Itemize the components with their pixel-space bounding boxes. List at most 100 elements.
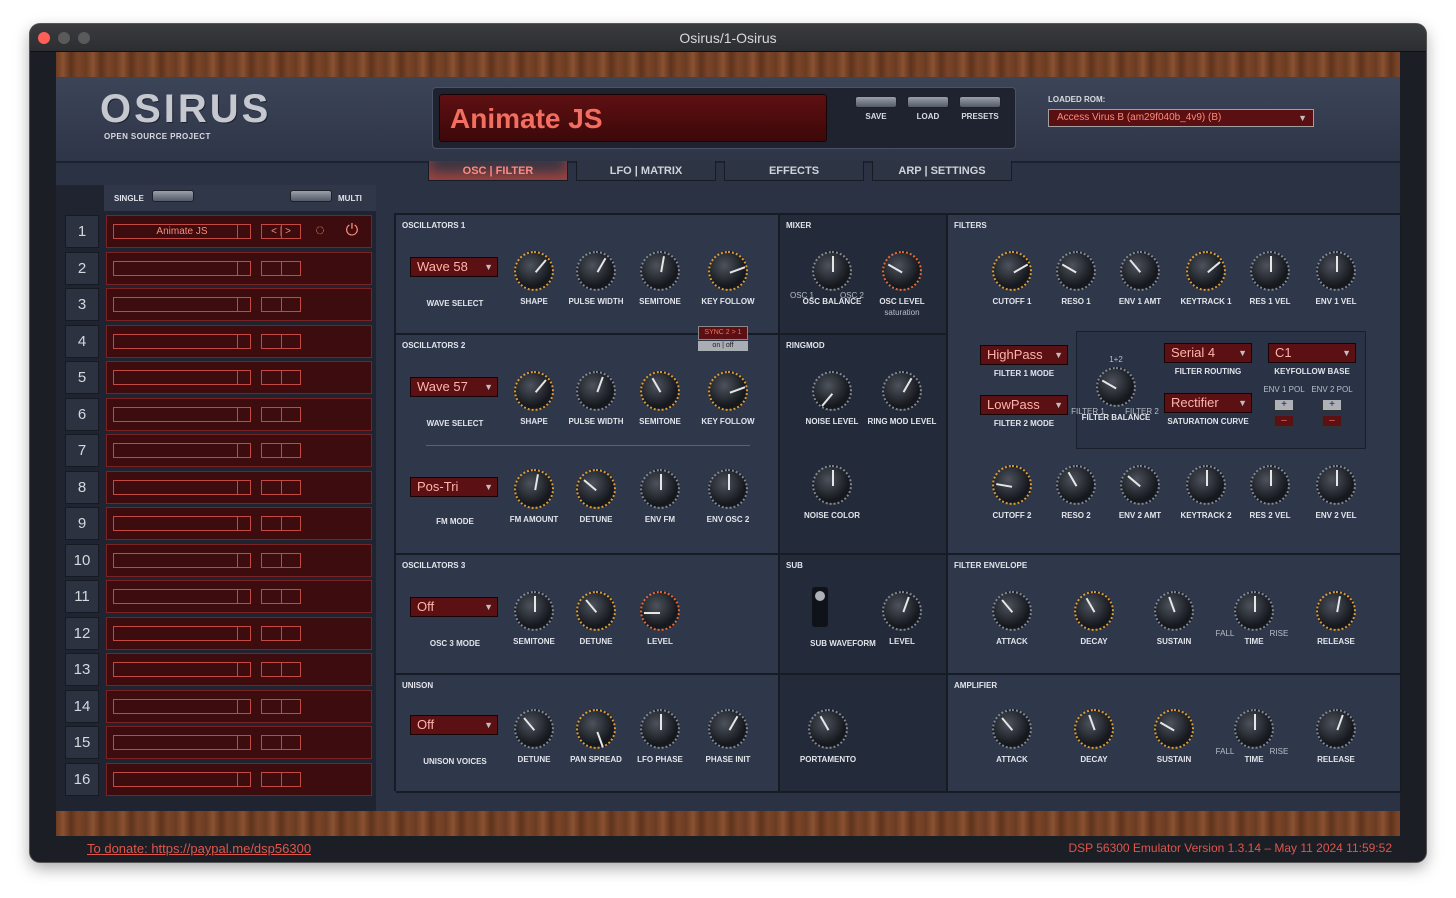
- close-button[interactable]: [38, 32, 50, 44]
- part-prev-next[interactable]: [261, 516, 301, 531]
- part-patch-name[interactable]: [113, 479, 251, 495]
- part-slot[interactable]: [106, 762, 372, 796]
- presets-button[interactable]: PRESETS: [959, 96, 1001, 126]
- filter-row1-knob-1[interactable]: [992, 251, 1032, 291]
- part-patch-name[interactable]: [113, 297, 251, 312]
- tab-osc-filter[interactable]: OSC | FILTER: [428, 161, 568, 181]
- unison-voices-select[interactable]: Off: [410, 715, 498, 735]
- part-number[interactable]: 13: [65, 653, 99, 686]
- part-prev-next[interactable]: [261, 625, 301, 641]
- osc3-mode-select[interactable]: Off: [410, 597, 498, 617]
- patch-name-display[interactable]: Animate JS: [439, 94, 827, 142]
- amp-knob-2[interactable]: [1074, 709, 1114, 749]
- unison-detune-knob[interactable]: [514, 709, 554, 749]
- osc1-semitone-knob[interactable]: [640, 251, 680, 291]
- amp-knob-4[interactable]: [1234, 709, 1274, 749]
- fm-mode-select[interactable]: Pos-Tri: [410, 477, 498, 497]
- part-slot[interactable]: [106, 288, 372, 321]
- part-number[interactable]: 14: [65, 689, 99, 723]
- part-patch-name[interactable]: [113, 333, 251, 349]
- part-patch-name[interactable]: [113, 698, 251, 714]
- amp-knob-5[interactable]: [1316, 709, 1356, 749]
- part-patch-name[interactable]: [113, 662, 251, 677]
- fenv-knob-3[interactable]: [1154, 591, 1194, 631]
- part-number[interactable]: 9: [65, 507, 99, 540]
- osc3-semitone-knob[interactable]: [514, 591, 554, 631]
- filter-row2-knob-6[interactable]: [1316, 465, 1356, 505]
- osc1-shape-knob[interactable]: [514, 251, 554, 291]
- amp-knob-3[interactable]: [1154, 709, 1194, 749]
- part-prev-next[interactable]: [261, 735, 301, 750]
- part-number[interactable]: 5: [65, 361, 99, 394]
- part-slot[interactable]: [106, 616, 372, 650]
- part-number[interactable]: 3: [65, 288, 99, 321]
- part-patch-name[interactable]: [113, 370, 251, 385]
- fm-amount-knob[interactable]: [514, 469, 554, 509]
- env2-pol-plus-button[interactable]: +: [1322, 399, 1342, 411]
- noise-level-knob[interactable]: [812, 371, 852, 411]
- osc-level-knob[interactable]: [882, 251, 922, 291]
- filter-row1-knob-4[interactable]: [1186, 251, 1226, 291]
- part-slot[interactable]: [106, 580, 372, 613]
- part-patch-name[interactable]: [113, 552, 251, 568]
- part-reload-icon[interactable]: ◌: [311, 222, 329, 240]
- single-switch[interactable]: [152, 190, 194, 202]
- part-slot[interactable]: Animate JS < | > ◌ ⏻: [106, 215, 372, 248]
- fenv-knob-2[interactable]: [1074, 591, 1114, 631]
- part-patch-name[interactable]: [113, 625, 251, 641]
- tab-lfo-matrix[interactable]: LFO | MATRIX: [576, 161, 716, 181]
- part-prev-next[interactable]: [261, 771, 301, 787]
- part-patch-name[interactable]: [113, 443, 251, 458]
- part-slot[interactable]: [106, 434, 372, 467]
- part-number[interactable]: 12: [65, 616, 99, 650]
- env-osc2-knob[interactable]: [708, 469, 748, 509]
- part-number[interactable]: 8: [65, 470, 99, 504]
- part-number[interactable]: 6: [65, 397, 99, 431]
- part-patch-name[interactable]: [113, 516, 251, 531]
- part-number[interactable]: 4: [65, 324, 99, 358]
- pan-spread-knob[interactable]: [576, 709, 616, 749]
- osc2-semitone-knob[interactable]: [640, 371, 680, 411]
- osc1-key-follow-knob[interactable]: [708, 251, 748, 291]
- filter-row1-knob-2[interactable]: [1056, 251, 1096, 291]
- phase-init-knob[interactable]: [708, 709, 748, 749]
- part-prev-next[interactable]: [261, 260, 301, 276]
- filter-row2-knob-4[interactable]: [1186, 465, 1226, 505]
- osc-balance-knob[interactable]: [812, 251, 852, 291]
- filter-row1-knob-3[interactable]: [1120, 251, 1160, 291]
- part-slot[interactable]: [106, 726, 372, 759]
- filter-row1-knob-6[interactable]: [1316, 251, 1356, 291]
- noise-color-knob[interactable]: [812, 465, 852, 505]
- part-number[interactable]: 2: [65, 251, 99, 285]
- part-slot[interactable]: [106, 543, 372, 577]
- part-slot[interactable]: [106, 507, 372, 540]
- load-button[interactable]: LOAD: [907, 96, 949, 126]
- part-patch-name[interactable]: [113, 771, 251, 787]
- env1-pol-minus-button[interactable]: –: [1274, 415, 1294, 427]
- ring-mod-level-knob[interactable]: [882, 371, 922, 411]
- filter1-mode-select[interactable]: HighPass: [980, 345, 1068, 365]
- filter2-mode-select[interactable]: LowPass: [980, 395, 1068, 415]
- part-prev-next[interactable]: [261, 552, 301, 568]
- part-prev-next[interactable]: [261, 406, 301, 422]
- minimize-button[interactable]: [58, 32, 70, 44]
- osc1-pulse-width-knob[interactable]: [576, 251, 616, 291]
- filter-row2-knob-2[interactable]: [1056, 465, 1096, 505]
- part-number[interactable]: 16: [65, 762, 99, 796]
- sync-on-off[interactable]: on | off: [698, 341, 748, 351]
- filter-row2-knob-1[interactable]: [992, 465, 1032, 505]
- rom-select[interactable]: Access Virus B (am29f040b_4v9) (B): [1048, 109, 1314, 127]
- part-prev-next[interactable]: [261, 297, 301, 312]
- filter-row2-knob-5[interactable]: [1250, 465, 1290, 505]
- osc2-pulse-width-knob[interactable]: [576, 371, 616, 411]
- env2-pol-minus-button[interactable]: –: [1322, 415, 1342, 427]
- tab-effects[interactable]: EFFECTS: [724, 161, 864, 181]
- osc2-shape-knob[interactable]: [514, 371, 554, 411]
- filter-row1-knob-5[interactable]: [1250, 251, 1290, 291]
- fenv-knob-1[interactable]: [992, 591, 1032, 631]
- osc2-detune-knob[interactable]: [576, 469, 616, 509]
- part-patch-name[interactable]: [113, 260, 251, 276]
- fenv-knob-4[interactable]: [1234, 591, 1274, 631]
- part-patch-name[interactable]: [113, 735, 251, 750]
- multi-switch[interactable]: [290, 190, 332, 202]
